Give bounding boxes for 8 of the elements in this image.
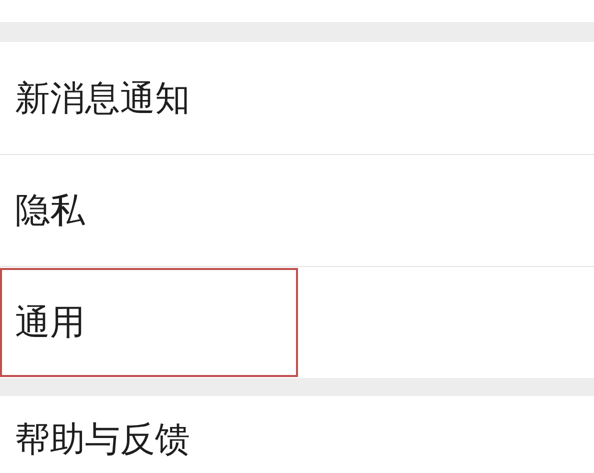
row-label: 帮助与反馈 — [15, 419, 190, 462]
row-label: 新消息通知 — [15, 78, 190, 120]
settings-row[interactable]: 隐私 — [0, 154, 594, 266]
settings-row[interactable]: 帮助与反馈 — [0, 396, 594, 473]
settings-row[interactable]: 新消息通知 — [0, 42, 594, 154]
row-label: 隐私 — [15, 190, 85, 233]
settings-row[interactable]: 通用 — [0, 266, 594, 378]
row-label: 通用 — [15, 302, 85, 345]
